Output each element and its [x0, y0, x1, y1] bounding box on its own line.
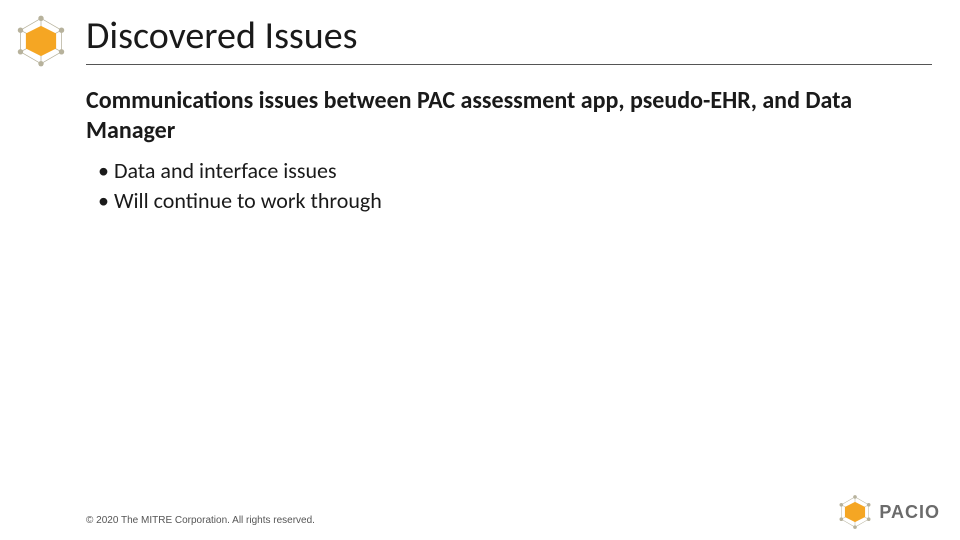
- slide-header: Discovered Issues: [0, 0, 960, 68]
- hex-network-icon: [14, 14, 68, 68]
- slide-body: Communications issues between PAC assess…: [86, 86, 920, 215]
- bullet-list: Data and interface issues Will continue …: [98, 156, 920, 215]
- section-subhead: Communications issues between PAC assess…: [86, 86, 920, 146]
- copyright-footer: © 2020 The MITRE Corporation. All rights…: [86, 515, 315, 526]
- brand-name: PACIO: [879, 502, 940, 523]
- title-underline: [86, 64, 932, 65]
- hex-network-icon: [837, 494, 873, 530]
- bullet-item: Data and interface issues: [98, 156, 920, 186]
- bullet-item: Will continue to work through: [98, 186, 920, 216]
- brand-mark: PACIO: [837, 494, 940, 530]
- slide-title: Discovered Issues: [86, 17, 932, 65]
